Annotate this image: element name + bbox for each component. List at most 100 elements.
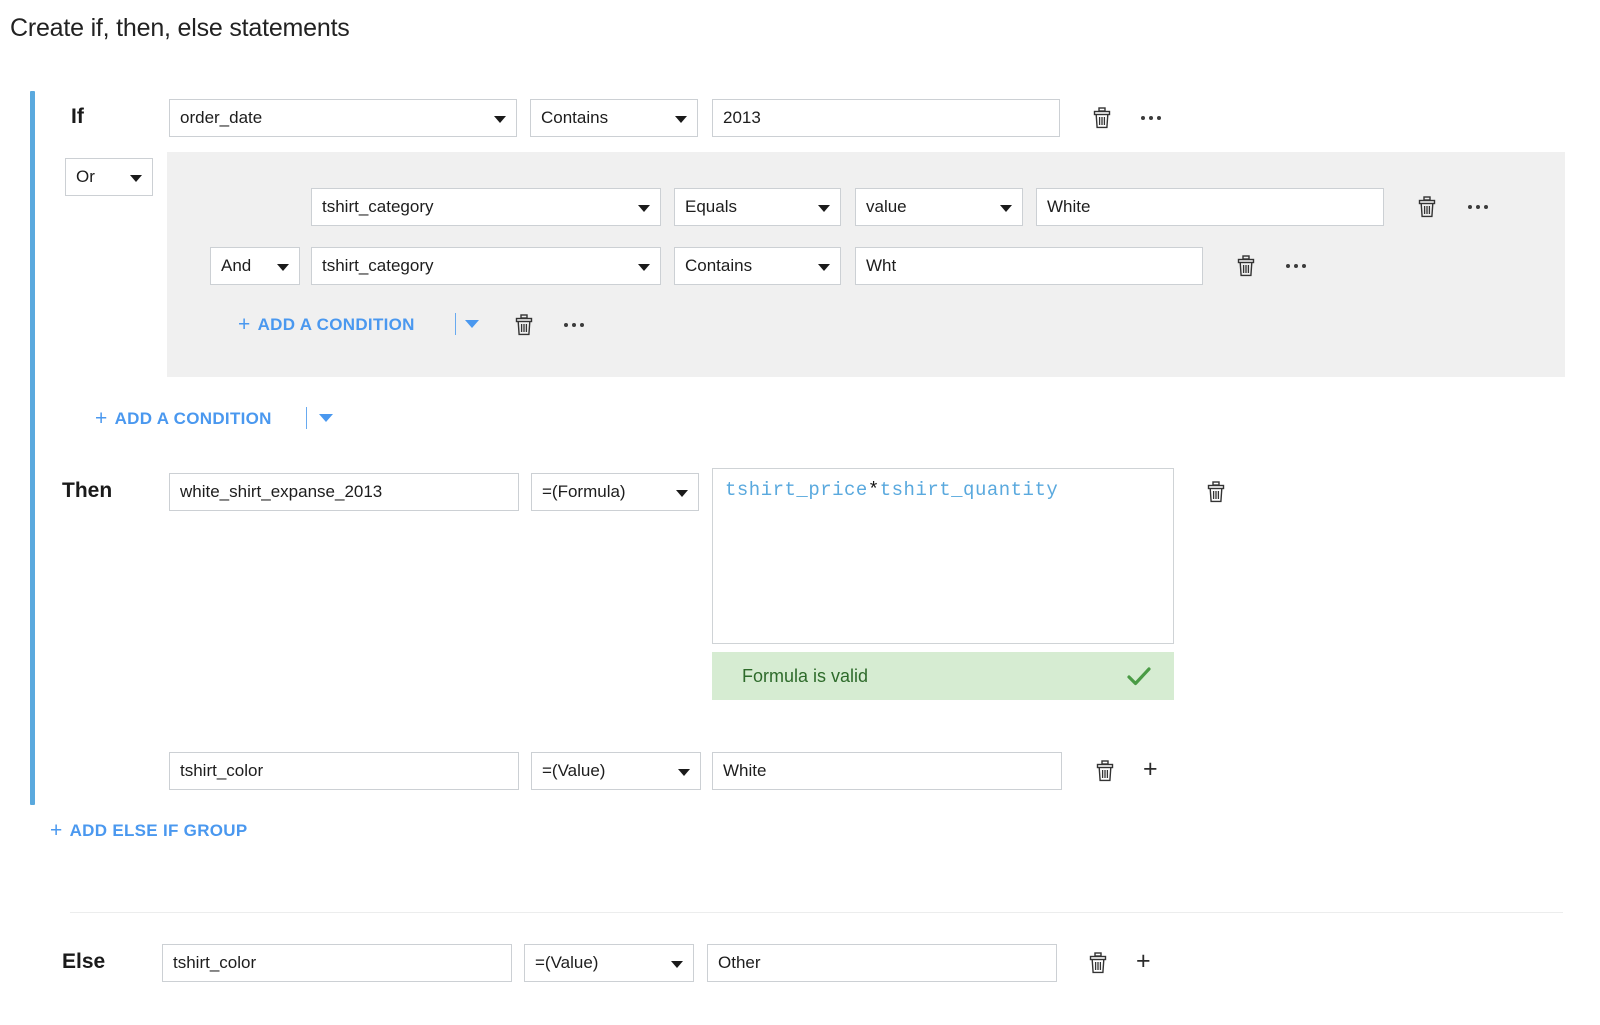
- else-row-value-input[interactable]: Other: [707, 944, 1057, 982]
- nested-row-1-delete-button[interactable]: [1233, 253, 1259, 279]
- nested-row-1-field-select[interactable]: tshirt_category: [311, 247, 661, 285]
- nested-row-1-joiner-select[interactable]: And: [210, 247, 300, 285]
- nested-row-0-value-text: White: [1047, 197, 1091, 216]
- trash-icon: [1096, 760, 1114, 782]
- then-row-1-add-button[interactable]: +: [1143, 757, 1158, 782]
- else-row-type-select[interactable]: =(Value): [524, 944, 694, 982]
- trash-icon: [515, 314, 533, 336]
- then-row-0-name-text: white_shirt_expanse_2013: [180, 482, 383, 501]
- nested-group-joiner-select[interactable]: Or: [65, 158, 153, 196]
- then-row-0-name-input[interactable]: white_shirt_expanse_2013: [169, 473, 519, 511]
- if-condition-value-input[interactable]: 2013: [712, 99, 1060, 137]
- nested-add-condition-label: ADD A CONDITION: [257, 314, 415, 334]
- then-row-0-type-value: =(Formula): [542, 482, 626, 501]
- if-then-group-accent-bar: [30, 91, 35, 805]
- formula-operand-right: tshirt_quantity: [879, 479, 1059, 501]
- if-condition-value-text: 2013: [723, 108, 761, 127]
- chevron-down-icon: [1000, 205, 1012, 212]
- nested-row-0-value-type-value: value: [866, 197, 907, 216]
- nested-row-0-value-input[interactable]: White: [1036, 188, 1384, 226]
- chevron-down-icon: [818, 264, 830, 271]
- if-label: If: [71, 105, 84, 128]
- nested-row-1-value-text: Wht: [866, 256, 897, 275]
- nested-add-condition-dropdown-caret[interactable]: [465, 320, 479, 328]
- add-else-if-group-button[interactable]: + ADD ELSE IF GROUP: [50, 820, 248, 841]
- plus-icon: +: [238, 313, 251, 336]
- more-options-icon: [1468, 205, 1472, 209]
- nested-row-0-field-value: tshirt_category: [322, 197, 434, 216]
- if-condition-delete-button[interactable]: [1089, 105, 1115, 131]
- nested-row-0-operator-select[interactable]: Equals: [674, 188, 841, 226]
- if-add-condition-button[interactable]: + ADD A CONDITION: [95, 408, 272, 429]
- nested-row-0-operator-value: Equals: [685, 197, 737, 216]
- then-row-0-formula-editor[interactable]: tshirt_price*tshirt_quantity: [712, 468, 1174, 644]
- then-row-1-value-text: White: [723, 761, 767, 780]
- nested-add-condition-button[interactable]: + ADD A CONDITION: [238, 314, 415, 335]
- if-add-condition-dropdown-caret[interactable]: [319, 414, 333, 422]
- plus-icon: +: [50, 819, 63, 842]
- nested-group-more-options-button[interactable]: [564, 312, 584, 338]
- chevron-down-icon: [638, 264, 650, 271]
- then-row-1-delete-button[interactable]: [1092, 758, 1118, 784]
- nested-group-delete-button[interactable]: [511, 312, 537, 338]
- then-row-1-type-value: =(Value): [542, 761, 606, 780]
- else-row-add-button[interactable]: +: [1136, 949, 1151, 974]
- nested-row-1-joiner-value: And: [221, 256, 252, 275]
- chevron-down-icon: [678, 769, 690, 776]
- more-options-icon: [564, 323, 568, 327]
- formula-validation-text: Formula is valid: [742, 665, 869, 686]
- plus-icon: +: [95, 407, 108, 430]
- if-condition-more-options-button[interactable]: [1141, 105, 1161, 131]
- trash-icon: [1093, 107, 1111, 129]
- trash-icon: [1418, 196, 1436, 218]
- chevron-down-icon: [638, 205, 650, 212]
- nested-group-joiner-value: Or: [76, 167, 95, 186]
- nested-row-1-value-input[interactable]: Wht: [855, 247, 1203, 285]
- if-add-condition-divider: [306, 407, 307, 429]
- formula-operator: *: [867, 479, 880, 501]
- if-condition-operator-value: Contains: [541, 108, 609, 127]
- more-options-icon: [1141, 116, 1145, 120]
- more-options-icon: [1286, 264, 1290, 268]
- chevron-down-icon: [130, 175, 142, 182]
- formula-operand-left: tshirt_price: [725, 479, 868, 501]
- chevron-down-icon: [277, 264, 289, 271]
- chevron-down-icon: [676, 490, 688, 497]
- then-row-1-name-input[interactable]: tshirt_color: [169, 752, 519, 790]
- else-row-value-text: Other: [718, 953, 761, 972]
- nested-row-0-more-options-button[interactable]: [1468, 194, 1488, 220]
- trash-icon: [1237, 255, 1255, 277]
- then-label: Then: [62, 479, 113, 502]
- then-row-0-type-select[interactable]: =(Formula): [531, 473, 699, 511]
- nested-row-1-more-options-button[interactable]: [1286, 253, 1306, 279]
- nested-row-0-field-select[interactable]: tshirt_category: [311, 188, 661, 226]
- check-icon: [1127, 667, 1151, 686]
- if-add-condition-label: ADD A CONDITION: [114, 408, 272, 428]
- chevron-down-icon: [818, 205, 830, 212]
- formula-validation-banner: Formula is valid: [712, 652, 1174, 700]
- nested-row-1-operator-value: Contains: [685, 256, 753, 275]
- then-row-0-delete-button[interactable]: [1203, 479, 1229, 505]
- chevron-down-icon: [494, 116, 506, 123]
- page-title: Create if, then, else statements: [10, 14, 350, 42]
- chevron-down-icon: [675, 116, 687, 123]
- if-condition-field-value: order_date: [180, 108, 263, 127]
- nested-row-0-delete-button[interactable]: [1414, 194, 1440, 220]
- else-row-name-input[interactable]: tshirt_color: [162, 944, 512, 982]
- if-condition-field-select[interactable]: order_date: [169, 99, 517, 137]
- then-row-1-value-input[interactable]: White: [712, 752, 1062, 790]
- then-row-1-name-text: tshirt_color: [180, 761, 264, 780]
- section-divider: [70, 912, 1563, 913]
- else-row-name-text: tshirt_color: [173, 953, 257, 972]
- nested-row-0-value-type-select[interactable]: value: [855, 188, 1023, 226]
- then-row-1-type-select[interactable]: =(Value): [531, 752, 701, 790]
- add-else-if-group-label: ADD ELSE IF GROUP: [69, 820, 248, 840]
- nested-row-1-field-value: tshirt_category: [322, 256, 434, 275]
- if-condition-operator-select[interactable]: Contains: [530, 99, 698, 137]
- else-row-delete-button[interactable]: [1085, 950, 1111, 976]
- trash-icon: [1089, 952, 1107, 974]
- trash-icon: [1207, 481, 1225, 503]
- chevron-down-icon: [671, 961, 683, 968]
- nested-row-1-operator-select[interactable]: Contains: [674, 247, 841, 285]
- nested-add-condition-divider: [455, 313, 456, 335]
